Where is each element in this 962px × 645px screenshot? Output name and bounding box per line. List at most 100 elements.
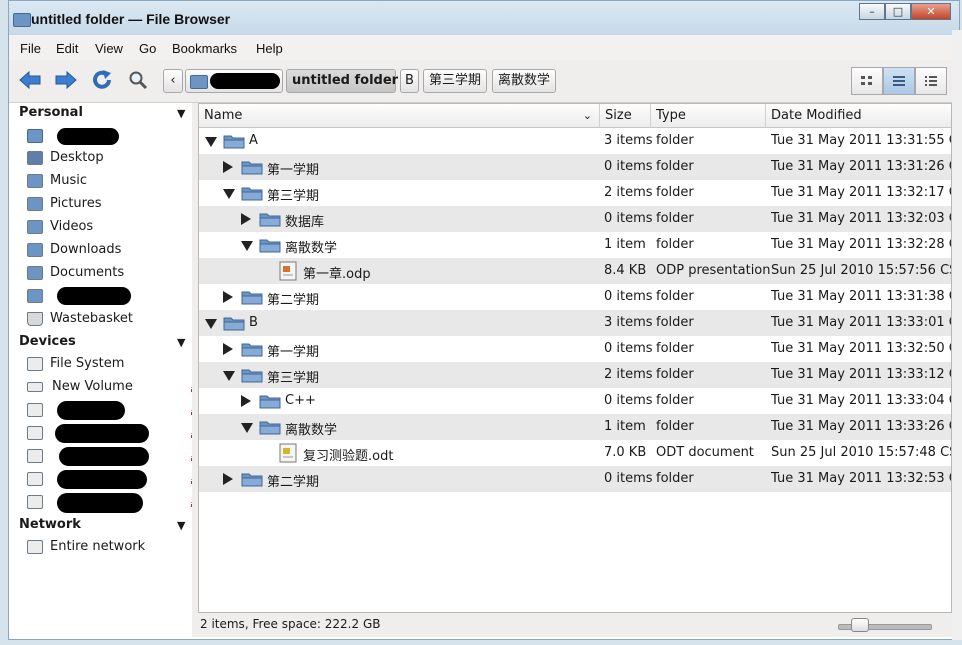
table-row[interactable]: C++ 0 items folder Tue 31 May 2011 13:33:04… bbox=[199, 388, 951, 414]
file-date: Tue 31 May 2011 13:32:17 CST bbox=[771, 185, 951, 200]
expand-closed-icon[interactable] bbox=[223, 343, 233, 355]
column-header-date-modified[interactable]: Date Modified bbox=[766, 104, 951, 128]
expand-closed-icon[interactable] bbox=[241, 213, 251, 225]
search-icon[interactable] bbox=[125, 67, 151, 93]
expand-open-icon[interactable] bbox=[223, 371, 235, 381]
breadcrumb-b[interactable]: B bbox=[400, 69, 419, 93]
sidebar-item-label: Desktop bbox=[50, 150, 104, 165]
sidebar-item-downloads[interactable]: Downloads bbox=[27, 241, 187, 261]
sidebar-item-desktop[interactable]: Desktop bbox=[27, 149, 187, 169]
file-type: ODT document bbox=[656, 445, 754, 460]
expand-open-icon[interactable] bbox=[241, 423, 253, 433]
table-row[interactable]: 第二学期 0 items folder Tue 31 May 2011 13:32:5… bbox=[199, 466, 951, 492]
file-name: C++ bbox=[285, 393, 316, 408]
sidebar-item-music[interactable]: Music bbox=[27, 172, 187, 192]
sidebar-item-volume[interactable] bbox=[27, 447, 205, 467]
window-title: untitled folder — File Browser bbox=[31, 11, 231, 27]
zoom-slider-thumb[interactable] bbox=[851, 618, 869, 632]
sidebar-item-volume[interactable] bbox=[27, 424, 205, 444]
table-row[interactable]: 第一章.odp 8.4 KB ODP presentation Sun 25 Jul … bbox=[199, 258, 951, 284]
menu-bookmarks[interactable]: Bookmarks bbox=[172, 41, 237, 56]
expand-open-icon[interactable] bbox=[205, 137, 217, 147]
menu-file[interactable]: File bbox=[20, 41, 41, 56]
file-date: Sun 25 Jul 2010 15:57:48 CST bbox=[771, 445, 952, 460]
expand-closed-icon[interactable] bbox=[223, 161, 233, 173]
menu-edit[interactable]: Edit bbox=[56, 41, 78, 56]
folder-icon bbox=[241, 343, 263, 357]
table-row[interactable]: A 3 itemsfolder Tue 31 May 2011 13:31:55 C… bbox=[199, 128, 951, 154]
sidebar-item-entire-network[interactable]: Entire network bbox=[27, 538, 187, 558]
minimize-button[interactable]: – bbox=[859, 3, 885, 20]
column-header-name[interactable]: Name ⌄ bbox=[199, 104, 600, 128]
sidebar-item-volume[interactable] bbox=[27, 470, 205, 490]
sidebar-item-label: Documents bbox=[50, 265, 125, 280]
table-row[interactable]: 第三学期 2 items folder Tue 31 May 2011 13:33:1… bbox=[199, 362, 951, 388]
expand-closed-icon[interactable] bbox=[241, 395, 251, 407]
column-header-type[interactable]: Type bbox=[651, 104, 766, 128]
sidebar-item-network-share[interactable] bbox=[27, 287, 187, 307]
reload-icon[interactable] bbox=[89, 67, 115, 93]
breadcrumb-untitled-folder[interactable]: untitled folder bbox=[286, 69, 398, 93]
back-arrow-icon[interactable] bbox=[17, 67, 43, 93]
sidebar-item-wastebasket[interactable]: Wastebasket bbox=[27, 310, 187, 330]
forward-arrow-icon[interactable] bbox=[53, 67, 79, 93]
table-row[interactable]: 离散数学 1 item folder Tue 31 May 2011 13:33:26… bbox=[199, 414, 951, 440]
sidebar-item-home[interactable] bbox=[27, 127, 187, 147]
file-size: 1 item bbox=[604, 419, 646, 434]
table-row[interactable]: 离散数学 1 item folder Tue 31 May 2011 13:32:28… bbox=[199, 232, 951, 258]
folder-icon bbox=[241, 187, 263, 201]
music-icon bbox=[27, 174, 43, 188]
compact-view-button[interactable] bbox=[915, 67, 947, 95]
background-scrollbar bbox=[952, 30, 962, 640]
sidebar-item-documents[interactable]: Documents bbox=[27, 264, 187, 284]
sidebar-item-videos[interactable]: Videos bbox=[27, 218, 187, 238]
file-size: 8.4 KB bbox=[604, 263, 647, 278]
sidebar-item-label: Entire network bbox=[50, 539, 146, 554]
table-row[interactable]: 数据库 0 items folder Tue 31 May 2011 13:32:03… bbox=[199, 206, 951, 232]
file-size: 3 items bbox=[604, 315, 653, 330]
breadcrumb-home[interactable] bbox=[185, 69, 283, 93]
menu-help[interactable]: Help bbox=[256, 41, 283, 56]
expand-closed-icon[interactable] bbox=[223, 473, 233, 485]
sidebar-item-file-system[interactable]: File System bbox=[27, 355, 187, 375]
collapse-arrow-icon[interactable]: ▼ bbox=[177, 519, 185, 532]
column-header-size[interactable]: Size bbox=[600, 104, 651, 128]
folder-icon bbox=[259, 239, 281, 253]
breadcrumb-third-semester[interactable]: 第三学期 bbox=[423, 69, 487, 93]
folder-icon bbox=[259, 421, 281, 435]
menu-go[interactable]: Go bbox=[139, 41, 156, 56]
sidebar-item-pictures[interactable]: Pictures bbox=[27, 195, 187, 215]
icon-view-button[interactable] bbox=[851, 67, 883, 95]
file-name: 第一学期 bbox=[267, 345, 320, 360]
close-button[interactable]: ✕ bbox=[911, 3, 951, 20]
table-row[interactable]: 第一学期 0 items folder Tue 31 May 2011 13:31:2… bbox=[199, 154, 951, 180]
expand-open-icon[interactable] bbox=[223, 189, 235, 199]
file-type: folder bbox=[656, 237, 694, 252]
list-view-button[interactable] bbox=[883, 67, 915, 95]
folder-icon bbox=[241, 291, 263, 305]
expand-open-icon[interactable] bbox=[205, 319, 217, 329]
table-row[interactable]: 复习测验题.odt 7.0 KB ODT document Sun 25 Jul 20… bbox=[199, 440, 951, 466]
table-row[interactable]: 第一学期 0 items folder Tue 31 May 2011 13:32:5… bbox=[199, 336, 951, 362]
table-row[interactable]: 第三学期 2 items folder Tue 31 May 2011 13:32:1… bbox=[199, 180, 951, 206]
expand-closed-icon[interactable] bbox=[223, 291, 233, 303]
drive-icon bbox=[27, 357, 43, 371]
table-row[interactable]: 第二学期 0 items folder Tue 31 May 2011 13:31:3… bbox=[199, 284, 951, 310]
file-type: folder bbox=[656, 471, 694, 486]
maximize-button[interactable]: □ bbox=[885, 3, 911, 20]
collapse-arrow-icon[interactable]: ▼ bbox=[177, 336, 185, 349]
table-row[interactable]: B 3 itemsfolder Tue 31 May 2011 13:33:01 C… bbox=[199, 310, 951, 336]
collapse-arrow-icon[interactable]: ▼ bbox=[177, 107, 185, 120]
sidebar-item-label: Videos bbox=[50, 219, 94, 234]
redacted-label bbox=[57, 493, 143, 513]
menu-view[interactable]: View bbox=[95, 41, 123, 56]
breadcrumb-discrete-math[interactable]: 离散数学 bbox=[492, 69, 556, 93]
expand-open-icon[interactable] bbox=[241, 241, 253, 251]
folder-icon bbox=[259, 395, 281, 409]
file-size: 0 items bbox=[604, 159, 653, 174]
sidebar-item-volume[interactable] bbox=[27, 401, 205, 421]
breadcrumb-back-button[interactable]: ‹ bbox=[163, 69, 183, 93]
sidebar-item-new-volume[interactable]: New Volume bbox=[27, 378, 205, 398]
sidebar-item-volume[interactable] bbox=[27, 493, 205, 513]
title-bar[interactable]: untitled folder — File Browser – □ ✕ bbox=[9, 1, 959, 36]
